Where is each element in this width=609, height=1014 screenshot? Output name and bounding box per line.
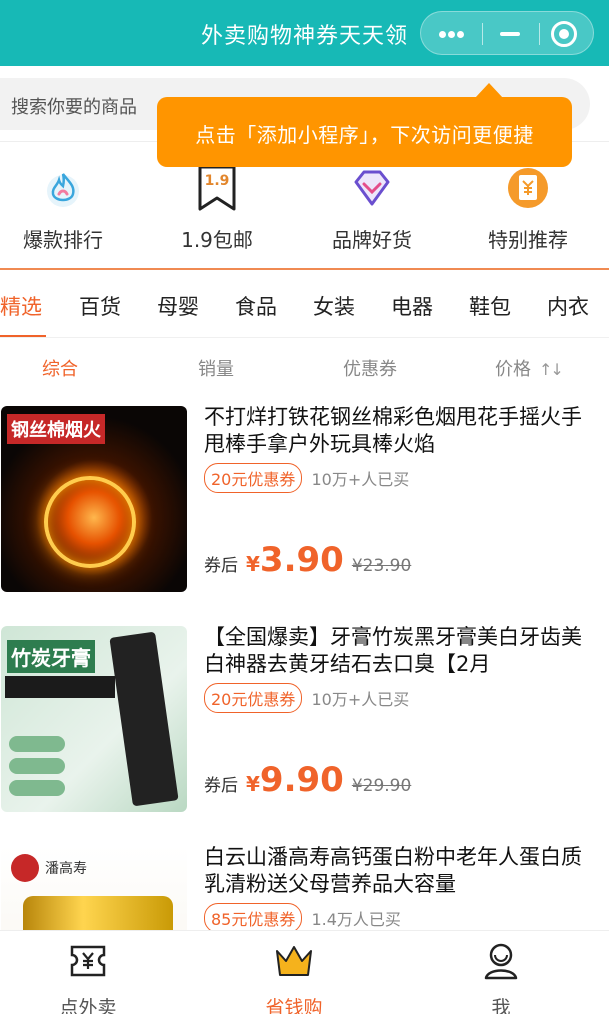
- product-card[interactable]: 潘高寿 白云山潘高寿高钙蛋白粉中老年人蛋白质乳清粉送父母营养品大容量 85元优惠…: [0, 834, 609, 930]
- coupon-badge: 20元优惠券: [204, 463, 303, 493]
- bookmark-badge: 1.9: [204, 173, 230, 189]
- tab-takeout[interactable]: 点外卖: [28, 941, 148, 1014]
- sort-sales[interactable]: 销量: [198, 355, 234, 381]
- quick-nav-free-shipping[interactable]: 1.9 1.9包邮: [142, 164, 292, 253]
- product-image-text: 钢丝棉烟火: [7, 414, 105, 444]
- quick-nav-special-recommend[interactable]: 特别推荐: [453, 164, 603, 253]
- user-icon: [481, 941, 521, 981]
- tab-label: 我: [491, 997, 511, 1014]
- sort-arrows-icon: ↑↓: [539, 360, 564, 379]
- coupon-badge: 85元优惠券: [204, 903, 303, 930]
- product-title: 【全国爆卖】牙膏竹炭黑牙膏美白牙齿美白神器去黄牙结石去口臭【2月: [204, 625, 582, 676]
- image-pill: [9, 780, 65, 796]
- more-icon[interactable]: [435, 24, 469, 44]
- product-image: 钢丝棉烟火: [1, 406, 187, 592]
- image-pill: [9, 736, 65, 752]
- category-tabs: 精选 百货 母婴 食品 女装 电器 鞋包 内衣: [0, 272, 609, 338]
- diamond-icon: [348, 164, 396, 212]
- brand-logo: [11, 854, 39, 882]
- miniprogram-capsule: [420, 11, 594, 55]
- close-target-icon[interactable]: [551, 21, 577, 47]
- tab-category-appliances[interactable]: 电器: [391, 291, 433, 321]
- sort-coupon[interactable]: 优惠券: [343, 355, 397, 381]
- flame-icon: [39, 164, 87, 212]
- product-list: 钢丝棉烟火 不打烊打铁花钢丝棉彩色烟甩花手摇火手甩棒手拿户外玩具棒火焰 20元优…: [0, 394, 609, 930]
- product-card[interactable]: 竹炭牙膏 【全国爆卖】牙膏竹炭黑牙膏美白牙齿美白神器去黄牙结石去口臭【2月 20…: [0, 614, 609, 812]
- sort-price[interactable]: 价格 ↑↓: [495, 355, 564, 381]
- original-price: ¥29.90: [351, 776, 412, 796]
- fire-ring-graphic: [44, 476, 136, 568]
- tooltip-text: 点击「添加小程序」，下次访问更便捷: [195, 123, 534, 147]
- product-image-text: 潘高寿: [45, 861, 87, 877]
- product-image: 潘高寿: [1, 846, 187, 930]
- product-meta: 20元优惠券 10万+人已买: [204, 683, 410, 713]
- currency-symbol: ¥: [246, 772, 260, 796]
- quick-nav-hot-ranking[interactable]: 爆款排行: [0, 164, 138, 253]
- product-card[interactable]: 钢丝棉烟火 不打烊打铁花钢丝棉彩色烟甩花手摇火手甩棒手拿户外玩具棒火焰 20元优…: [0, 394, 609, 592]
- tab-me[interactable]: 我: [441, 941, 561, 1014]
- sort-price-label: 价格: [495, 359, 531, 380]
- sold-count: 10万+人已买: [311, 690, 410, 709]
- product-image: 竹炭牙膏: [1, 626, 187, 812]
- sold-count: 10万+人已买: [311, 470, 410, 489]
- capsule-divider: [539, 23, 540, 45]
- tab-save-money-shop[interactable]: 省钱购: [234, 941, 354, 1014]
- toothpaste-tube-graphic: [109, 631, 179, 807]
- minimize-icon[interactable]: [497, 24, 525, 44]
- tab-category-featured[interactable]: 精选: [0, 291, 42, 321]
- after-coupon-label: 券后: [204, 776, 238, 796]
- product-meta: 85元优惠券 1.4万人已买: [204, 903, 401, 930]
- capsule-divider: [482, 23, 483, 45]
- product-title: 白云山潘高寿高钙蛋白粉中老年人蛋白质乳清粉送父母营养品大容量: [204, 845, 582, 896]
- coupon-ticket-icon: [504, 164, 552, 212]
- search-placeholder: 搜索你要的商品: [11, 97, 137, 118]
- tab-category-underwear[interactable]: 内衣: [547, 291, 589, 321]
- quick-nav-brand-goods[interactable]: 品牌好货: [297, 164, 447, 253]
- bottom-tab-bar: 点外卖 省钱购 我: [0, 930, 609, 1014]
- currency-symbol: ¥: [246, 552, 260, 576]
- powder-can-graphic: [23, 896, 173, 930]
- image-pill: [9, 758, 65, 774]
- after-coupon-label: 券后: [204, 556, 238, 576]
- crown-icon: [274, 941, 314, 981]
- image-banner: [5, 676, 115, 698]
- quick-nav-label: 1.9包邮: [181, 228, 253, 252]
- coupon-price: 3.90: [259, 540, 344, 580]
- ticket-yen-icon: [68, 941, 108, 981]
- product-meta: 20元优惠券 10万+人已买: [204, 463, 410, 493]
- price-row: 券后 ¥3.90 ¥23.90: [204, 540, 411, 580]
- tab-category-general[interactable]: 百货: [79, 291, 121, 321]
- tab-label: 点外卖: [59, 997, 117, 1014]
- tab-category-baby[interactable]: 母婴: [157, 291, 199, 321]
- bookmark-tag-icon: 1.9: [193, 164, 241, 212]
- coupon-badge: 20元优惠券: [204, 683, 303, 713]
- tab-category-shoes-bags[interactable]: 鞋包: [469, 291, 511, 321]
- quick-nav-label: 特别推荐: [488, 228, 568, 252]
- sort-comprehensive[interactable]: 综合: [42, 355, 78, 381]
- tab-category-womens[interactable]: 女装: [313, 291, 355, 321]
- navigation-bar: 外卖购物神券天天领: [0, 0, 609, 66]
- sort-bar: 综合 销量 优惠券 价格 ↑↓: [0, 338, 609, 394]
- product-title: 不打烊打铁花钢丝棉彩色烟甩花手摇火手甩棒手拿户外玩具棒火焰: [204, 405, 582, 456]
- price-row: 券后 ¥9.90 ¥29.90: [204, 760, 411, 800]
- coupon-price: 9.90: [259, 760, 344, 800]
- sold-count: 1.4万人已买: [311, 910, 401, 929]
- original-price: ¥23.90: [351, 556, 412, 576]
- quick-nav-label: 品牌好货: [332, 228, 412, 252]
- add-miniprogram-tooltip[interactable]: 点击「添加小程序」，下次访问更便捷: [157, 83, 572, 167]
- product-image-text: 竹炭牙膏: [7, 640, 95, 673]
- tab-category-food[interactable]: 食品: [235, 291, 277, 321]
- tab-label: 省钱购: [265, 997, 323, 1014]
- quick-nav-label: 爆款排行: [23, 228, 103, 252]
